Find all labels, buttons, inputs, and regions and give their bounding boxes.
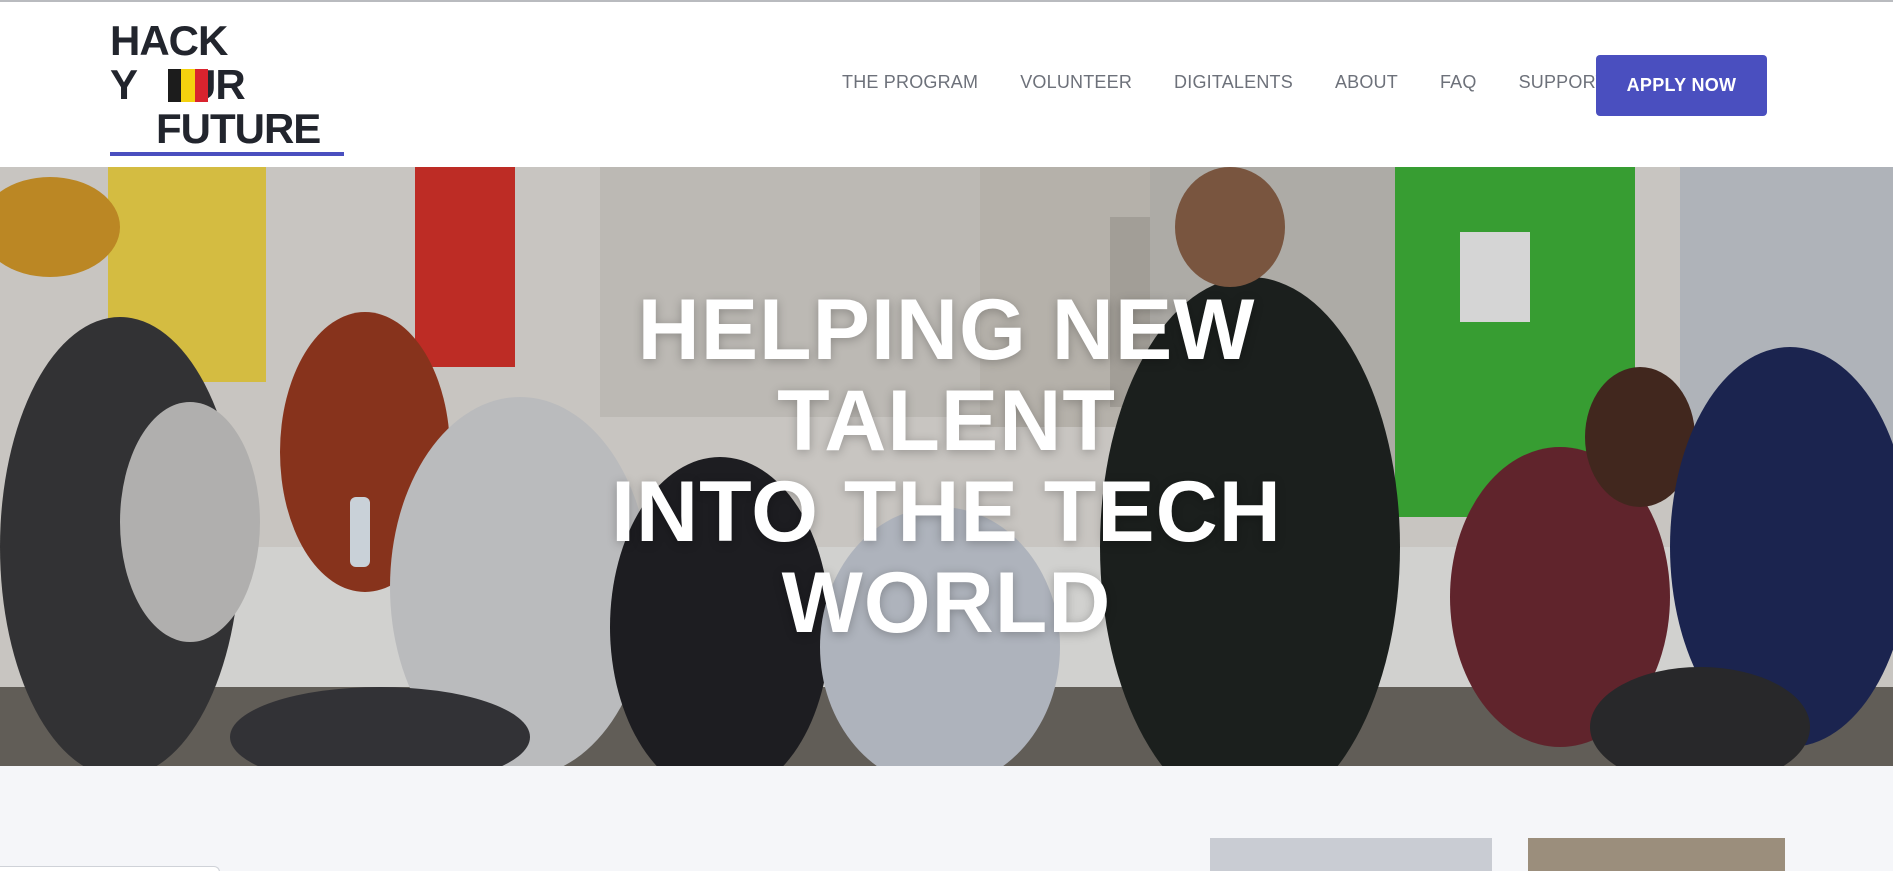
content-section [0,766,1893,871]
nav-link-volunteer[interactable]: VOLUNTEER [1020,72,1132,93]
belgian-flag-icon [168,69,208,102]
cookie-banner-edge [0,866,220,871]
nav-link-the-program[interactable]: THE PROGRAM [842,72,978,93]
content-image-2 [1528,838,1785,871]
logo-underline [110,152,344,156]
nav-link-about[interactable]: ABOUT [1335,72,1398,93]
content-image-1 [1210,838,1492,871]
apply-now-button[interactable]: APPLY NOW [1596,55,1767,116]
nav-link-faq[interactable]: FAQ [1440,72,1477,93]
hack-your-future-logo[interactable]: HACK Y UR FUTURE [110,20,344,158]
hero-headline-line-1: HELPING NEW [637,282,1256,378]
hero-headline-line-4: WORLD [781,555,1112,651]
main-navigation: THE PROGRAM VOLUNTEER DIGITALENTS ABOUT … [842,72,1637,93]
hero-headline-line-3: INTO THE TECH [611,464,1282,560]
hero-banner: HELPING NEW TALENT INTO THE TECH WORLD [0,167,1893,766]
logo-text-hack: HACK [110,17,228,64]
hero-headline-line-2: TALENT [777,373,1116,469]
site-header: HACK Y UR FUTURE THE PROGRAM VOLUNTEER DI… [0,2,1893,167]
nav-link-digitalents[interactable]: DIGITALENTS [1174,72,1293,93]
hero-headline: HELPING NEW TALENT INTO THE TECH WORLD [0,285,1893,649]
logo-text-future: FUTURE [156,105,321,152]
